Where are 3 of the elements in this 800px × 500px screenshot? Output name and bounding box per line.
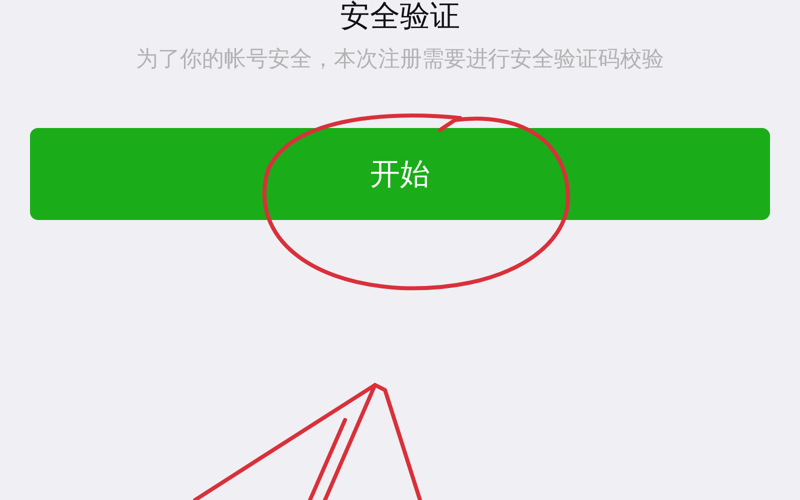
page-title: 安全验证 xyxy=(340,0,460,34)
description-text: 为了你的帐号安全，本次注册需要进行安全验证码校验 xyxy=(136,46,664,74)
start-button[interactable]: 开始 xyxy=(30,128,770,220)
